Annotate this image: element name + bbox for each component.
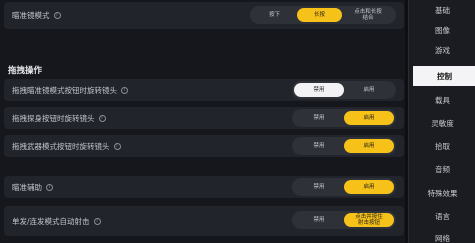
info-icon[interactable]: i [93,217,101,225]
option-press[interactable]: 按下 [252,8,297,22]
option-enable[interactable]: 启用 [344,111,394,125]
option-disable[interactable]: 禁用 [294,180,344,194]
sidebar-item-controls[interactable]: 控制 [413,66,475,86]
option-hold[interactable]: 长按 [297,8,342,22]
setting-label: 拖拽探身按钮时旋转镜头 i [12,107,106,129]
toggle-selector: 禁用 启用 [292,81,396,99]
setting-row-drag-peek-rotate: 拖拽探身按钮时旋转镜头 i 禁用 启用 [4,107,404,129]
setting-label: 拖拽瞄准镜模式按钮时旋转镜头 i [12,79,128,101]
option-enable[interactable]: 启用 [344,83,394,97]
info-icon[interactable]: i [113,142,121,150]
toggle-selector: 禁用 启用 [292,178,396,196]
setting-row-scope-mode: 瞄准镜模式 i 按下 长按 点击和长按 结合 [4,2,404,29]
toggle-selector: 禁用 点击并按住 射击按钮 [292,211,396,229]
sidebar-item-game[interactable]: 游戏 [409,40,475,60]
info-icon[interactable]: i [46,183,53,191]
option-enable[interactable]: 启用 [344,180,394,194]
info-icon[interactable]: i [53,12,61,19]
sidebar-item-graphics[interactable]: 图像 [409,20,475,40]
setting-row-auto-fire: 单发/连发模式自动射击 i 禁用 点击并按住 射击按钮 [4,206,404,236]
section-title: 拖拽操作 [8,66,43,76]
sidebar-item-audio[interactable]: 音频 [409,159,475,179]
setting-row-drag-scope-rotate: 拖拽瞄准镜模式按钮时旋转镜头 i 禁用 启用 [4,79,404,101]
sidebar-item-basic[interactable]: 基础 [409,0,475,20]
toggle-selector: 禁用 启用 [292,137,396,155]
setting-row-aim-assist: 瞄准辅助 i 禁用 启用 [4,176,404,198]
option-disable[interactable]: 禁用 [294,139,344,153]
sidebar-item-vehicle[interactable]: 载具 [409,90,475,110]
option-enable[interactable]: 启用 [344,139,394,153]
settings-panel: 瞄准镜模式 i 按下 长按 点击和长按 结合 拖拽操作 拖拽瞄准镜模式按钮时旋转… [0,0,408,243]
setting-label: 单发/连发模式自动射击 i [12,206,101,236]
option-tap-hold-fire[interactable]: 点击并按住 射击按钮 [344,213,394,227]
sidebar-item-network[interactable]: 网络 [409,228,475,243]
option-tap-and-hold[interactable]: 点击和长按 结合 [342,8,394,22]
sidebar-item-effects[interactable]: 特殊效果 [409,183,475,203]
option-disable[interactable]: 禁用 [294,111,344,125]
setting-label: 瞄准镜模式 i [12,2,61,29]
setting-row-drag-weapon-mode-rotate: 拖拽武器模式按钮时旋转镜头 i 禁用 启用 [4,135,404,157]
info-icon[interactable]: i [98,114,106,122]
toggle-selector: 禁用 启用 [292,109,396,127]
sidebar-item-language[interactable]: 语言 [409,206,475,226]
setting-label: 拖拽武器模式按钮时旋转镜头 i [12,135,121,157]
sidebar-item-sensitivity[interactable]: 灵敏度 [409,113,475,133]
setting-label: 瞄准辅助 i [12,176,53,198]
option-disable[interactable]: 禁用 [294,213,344,227]
scope-mode-selector: 按下 长按 点击和长按 结合 [250,6,396,24]
settings-sidebar: 基础 图像 游戏 控制 载具 灵敏度 拾取 音频 特殊效果 语言 网络 [408,0,475,243]
info-icon[interactable]: i [121,86,128,94]
option-disable[interactable]: 禁用 [294,83,344,97]
sidebar-item-pickup[interactable]: 拾取 [409,136,475,156]
